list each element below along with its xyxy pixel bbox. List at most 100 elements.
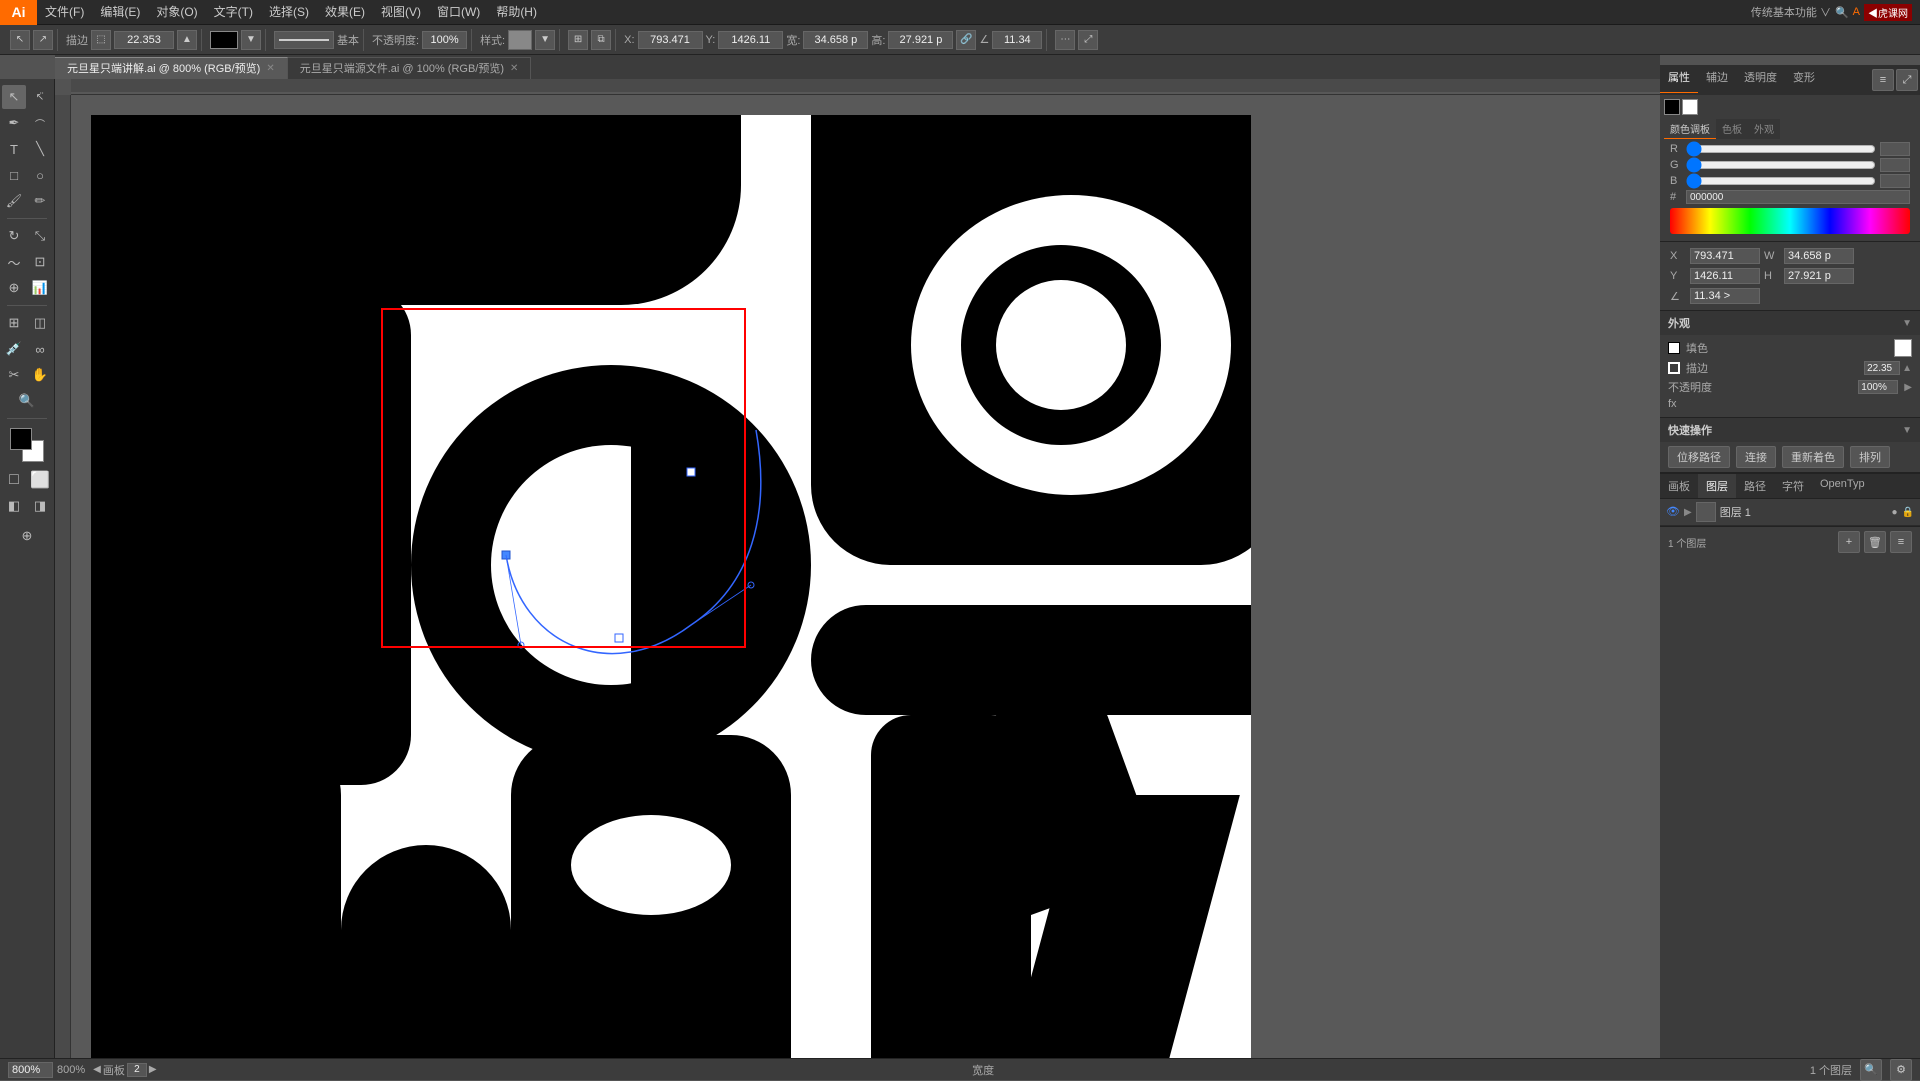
page-input[interactable]: [127, 1063, 147, 1077]
zoom-tool[interactable]: 🔍: [15, 389, 39, 413]
normal-view-btn[interactable]: ◧: [2, 494, 26, 518]
color-tab-swatches[interactable]: 色板: [1716, 119, 1748, 139]
h-input[interactable]: [888, 31, 953, 49]
style-arrow[interactable]: ▼: [535, 30, 555, 50]
type-tool[interactable]: T: [2, 137, 26, 161]
draw-behind-btn[interactable]: ◨: [28, 494, 52, 518]
right-tab-transparency[interactable]: 透明度: [1736, 67, 1785, 93]
color-arrow-btn[interactable]: ▼: [241, 30, 261, 50]
fill-swatch-fg[interactable]: [1664, 99, 1680, 115]
color-tab-color[interactable]: 颜色调板: [1664, 119, 1716, 139]
b-slider[interactable]: [1686, 177, 1876, 185]
menu-object[interactable]: 对象(O): [148, 0, 205, 25]
add-tools-btn[interactable]: ⊕: [15, 524, 39, 548]
fill-color-preview[interactable]: [1894, 339, 1912, 357]
menu-file[interactable]: 文件(F): [37, 0, 92, 25]
b-value-input[interactable]: [1880, 174, 1910, 188]
opacity-arrow[interactable]: ▶: [1904, 382, 1912, 393]
gradient-tool[interactable]: ◫: [28, 311, 52, 335]
style-swatch[interactable]: [508, 30, 532, 50]
delete-layer-btn[interactable]: 🗑: [1864, 531, 1886, 553]
layers-tab-layers[interactable]: 图层: [1698, 474, 1736, 498]
tab-1[interactable]: 元旦星只端讲解.ai @ 800% (RGB/预览) ✕: [55, 57, 288, 79]
layer-arrow[interactable]: ▶: [1684, 507, 1692, 518]
mode-icon[interactable]: ⬚: [91, 30, 111, 50]
stroke-value-input[interactable]: [1864, 361, 1900, 375]
r-slider[interactable]: [1686, 145, 1876, 153]
angle-coord-input[interactable]: [1690, 288, 1760, 304]
toolbar-direct-btn[interactable]: ↗: [33, 30, 53, 50]
panel-menu-btn[interactable]: ≡: [1872, 69, 1894, 91]
fill-color-swatch[interactable]: [210, 31, 238, 49]
tab-1-close[interactable]: ✕: [266, 58, 274, 80]
rectangle-tool[interactable]: □: [2, 163, 26, 187]
hex-input[interactable]: [1686, 190, 1910, 204]
menu-help[interactable]: 帮助(H): [488, 0, 545, 25]
layers-tab-char[interactable]: 字符: [1774, 474, 1812, 498]
direct-select-tool[interactable]: ↖̈: [28, 85, 52, 109]
rotate-tool[interactable]: ↻: [2, 224, 26, 248]
angle-input[interactable]: [992, 31, 1042, 49]
fill-swatch-bg[interactable]: [1682, 99, 1698, 115]
status-settings-btn[interactable]: ⚙: [1890, 1059, 1912, 1081]
layers-tab-artboard[interactable]: 画板: [1660, 474, 1698, 498]
stroke-width-input[interactable]: [114, 31, 174, 49]
curvature-tool[interactable]: ⌒: [28, 111, 52, 135]
appearance-header[interactable]: 外观 ▼: [1660, 311, 1920, 335]
canvas-area[interactable]: [71, 95, 1660, 1058]
color-gradient-strip[interactable]: [1670, 208, 1910, 234]
arrange-btn[interactable]: 排列: [1850, 446, 1890, 468]
gradient-fill-btn[interactable]: ⬜: [28, 468, 52, 492]
more-options-btn[interactable]: ⋯: [1055, 30, 1075, 50]
layers-tab-path[interactable]: 路径: [1736, 474, 1774, 498]
stroke-up-icon[interactable]: ▲: [1902, 363, 1912, 374]
blend-tool[interactable]: ∞: [28, 337, 52, 361]
symbol-sprayer-tool[interactable]: ⊕: [2, 276, 26, 300]
selection-tool[interactable]: ↖: [2, 85, 26, 109]
h-coord-input[interactable]: [1784, 268, 1854, 284]
opacity-value-input[interactable]: [1858, 380, 1898, 394]
graph-tool[interactable]: 📊: [28, 276, 52, 300]
w-input[interactable]: [803, 31, 868, 49]
paint-brush-tool[interactable]: 🖌: [2, 189, 26, 213]
toolbar-select-btn[interactable]: ↖: [10, 30, 30, 50]
recolor-btn[interactable]: 重新着色: [1782, 446, 1844, 468]
ellipse-tool[interactable]: ○: [28, 163, 52, 187]
w-coord-input[interactable]: [1784, 248, 1854, 264]
menu-effect[interactable]: 效果(E): [317, 0, 373, 25]
pencil-tool[interactable]: ✏: [28, 189, 52, 213]
join-btn[interactable]: 连接: [1736, 446, 1776, 468]
align-btn[interactable]: ⊞: [568, 30, 588, 50]
pen-tool[interactable]: ✒: [2, 111, 26, 135]
fill-none-btn[interactable]: □: [2, 468, 26, 492]
x-input[interactable]: [638, 31, 703, 49]
pathfinder-btn[interactable]: ⧉: [591, 30, 611, 50]
zoom-input[interactable]: [8, 1062, 53, 1078]
hand-tool[interactable]: ✋: [28, 363, 52, 387]
menu-type[interactable]: 文字(T): [206, 0, 261, 25]
right-tab-stroke[interactable]: 辅边: [1698, 67, 1736, 93]
free-transform-tool[interactable]: ⊡: [28, 250, 52, 274]
menu-view[interactable]: 视图(V): [373, 0, 429, 25]
tab-2[interactable]: 元旦星只端源文件.ai @ 100% (RGB/预览) ✕: [288, 57, 532, 79]
new-layer-btn[interactable]: +: [1838, 531, 1860, 553]
y-input[interactable]: [718, 31, 783, 49]
g-slider[interactable]: [1686, 161, 1876, 169]
prev-page-btn[interactable]: ◀: [93, 1064, 101, 1075]
menu-select[interactable]: 选择(S): [261, 0, 317, 25]
layer-row-1[interactable]: 👁 ▶ 图层 1 ● 🔒: [1660, 499, 1920, 526]
quick-actions-header[interactable]: 快速操作 ▼: [1660, 418, 1920, 442]
mesh-tool[interactable]: ⊞: [2, 311, 26, 335]
tab-2-close[interactable]: ✕: [510, 58, 518, 80]
menu-window[interactable]: 窗口(W): [429, 0, 488, 25]
scissors-tool[interactable]: ✂: [2, 363, 26, 387]
g-value-input[interactable]: [1880, 158, 1910, 172]
menu-edit[interactable]: 编辑(E): [92, 0, 148, 25]
stroke-preview[interactable]: [274, 31, 334, 49]
color-tab-appearance[interactable]: 外观: [1748, 119, 1780, 139]
warp-tool[interactable]: 〜: [2, 250, 26, 274]
opacity-input[interactable]: [422, 31, 467, 49]
layer-options-btn[interactable]: ≡: [1890, 531, 1912, 553]
x-coord-input[interactable]: [1690, 248, 1760, 264]
layer-visibility-icon[interactable]: 👁: [1666, 505, 1680, 519]
